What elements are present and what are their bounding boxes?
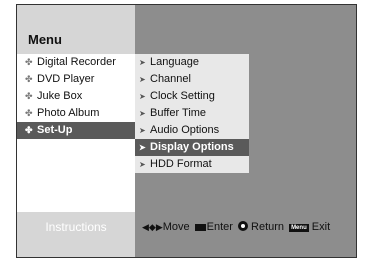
submenu-item-label: Display Options: [150, 141, 234, 153]
menu-item-label: Digital Recorder: [37, 56, 116, 68]
right-arrow-icon: ➤: [139, 75, 146, 84]
move-hint: Move: [162, 221, 190, 233]
four-way-arrows-icon: ◀◆▶: [142, 222, 163, 232]
menu-item-label: Set-Up: [37, 124, 73, 136]
right-arrow-icon: ➤: [139, 92, 146, 101]
menu-item-label: Juke Box: [37, 90, 83, 102]
menu-item-photo-album[interactable]: ✤ Photo Album: [17, 105, 135, 122]
menu-item-label: DVD Player: [37, 73, 95, 85]
submenu-item-channel[interactable]: ➤ Channel: [135, 71, 249, 88]
menu-item-digital-recorder[interactable]: ✤ Digital Recorder: [17, 54, 135, 71]
key-help: ◀◆▶Move Enter Return Menu Exit: [142, 214, 330, 240]
menu-item-label: Photo Album: [37, 107, 100, 119]
right-arrow-icon: ➤: [139, 109, 146, 118]
page-title: Menu: [28, 32, 62, 47]
submenu-item-label: HDD Format: [150, 158, 212, 170]
enter-key-icon: [194, 224, 206, 231]
diamond-bullet-icon: ✤: [25, 91, 33, 101]
bottom-left-strip: [17, 240, 135, 257]
instructions-label: Instructions: [17, 214, 135, 240]
diamond-bullet-icon: ✤: [25, 57, 33, 67]
submenu-panel: ➤ Language ➤ Channel ➤ Clock Setting ➤ Buffe…: [135, 51, 356, 214]
submenu-item-display-options[interactable]: ➤ Display Options: [135, 139, 249, 156]
menu-item-dvd-player[interactable]: ✤ DVD Player: [17, 71, 135, 88]
submenu-item-label: Clock Setting: [150, 90, 215, 102]
enter-hint: Enter: [206, 221, 233, 233]
diamond-bullet-icon: ✤: [25, 108, 33, 118]
return-icon: [237, 221, 248, 231]
right-arrow-icon: ➤: [139, 58, 146, 67]
submenu-item-label: Audio Options: [150, 124, 220, 136]
main-menu: ✤ Digital Recorder ✤ DVD Player ✤ Juke Box …: [17, 54, 135, 212]
exit-hint: Exit: [311, 221, 331, 233]
right-arrow-icon: ➤: [139, 126, 146, 135]
return-hint: Return: [251, 221, 285, 233]
header-bar: [135, 5, 356, 51]
submenu-item-audio-options[interactable]: ➤ Audio Options: [135, 122, 249, 139]
submenu-item-clock-setting[interactable]: ➤ Clock Setting: [135, 88, 249, 105]
menu-item-set-up[interactable]: ✤ Set-Up: [17, 122, 135, 139]
submenu-item-label: Channel: [150, 73, 191, 85]
menu-item-juke-box[interactable]: ✤ Juke Box: [17, 88, 135, 105]
right-arrow-icon: ➤: [139, 143, 146, 152]
right-arrow-icon: ➤: [139, 160, 146, 169]
diamond-bullet-icon: ✤: [25, 125, 33, 135]
menu-screen: Menu ✤ Digital Recorder ✤ DVD Player ✤ Juke…: [16, 4, 357, 258]
submenu-item-label: Language: [150, 56, 199, 68]
submenu-item-buffer-time[interactable]: ➤ Buffer Time: [135, 105, 249, 122]
diamond-bullet-icon: ✤: [25, 74, 33, 84]
submenu-item-language[interactable]: ➤ Language: [135, 54, 249, 71]
menu-key-icon: Menu: [289, 224, 309, 232]
setup-submenu: ➤ Language ➤ Channel ➤ Clock Setting ➤ Buffe…: [135, 54, 249, 173]
submenu-item-hdd-format[interactable]: ➤ HDD Format: [135, 156, 249, 173]
instructions-bar: Instructions ◀◆▶Move Enter Return Menu Exi…: [17, 214, 356, 240]
submenu-item-label: Buffer Time: [150, 107, 207, 119]
